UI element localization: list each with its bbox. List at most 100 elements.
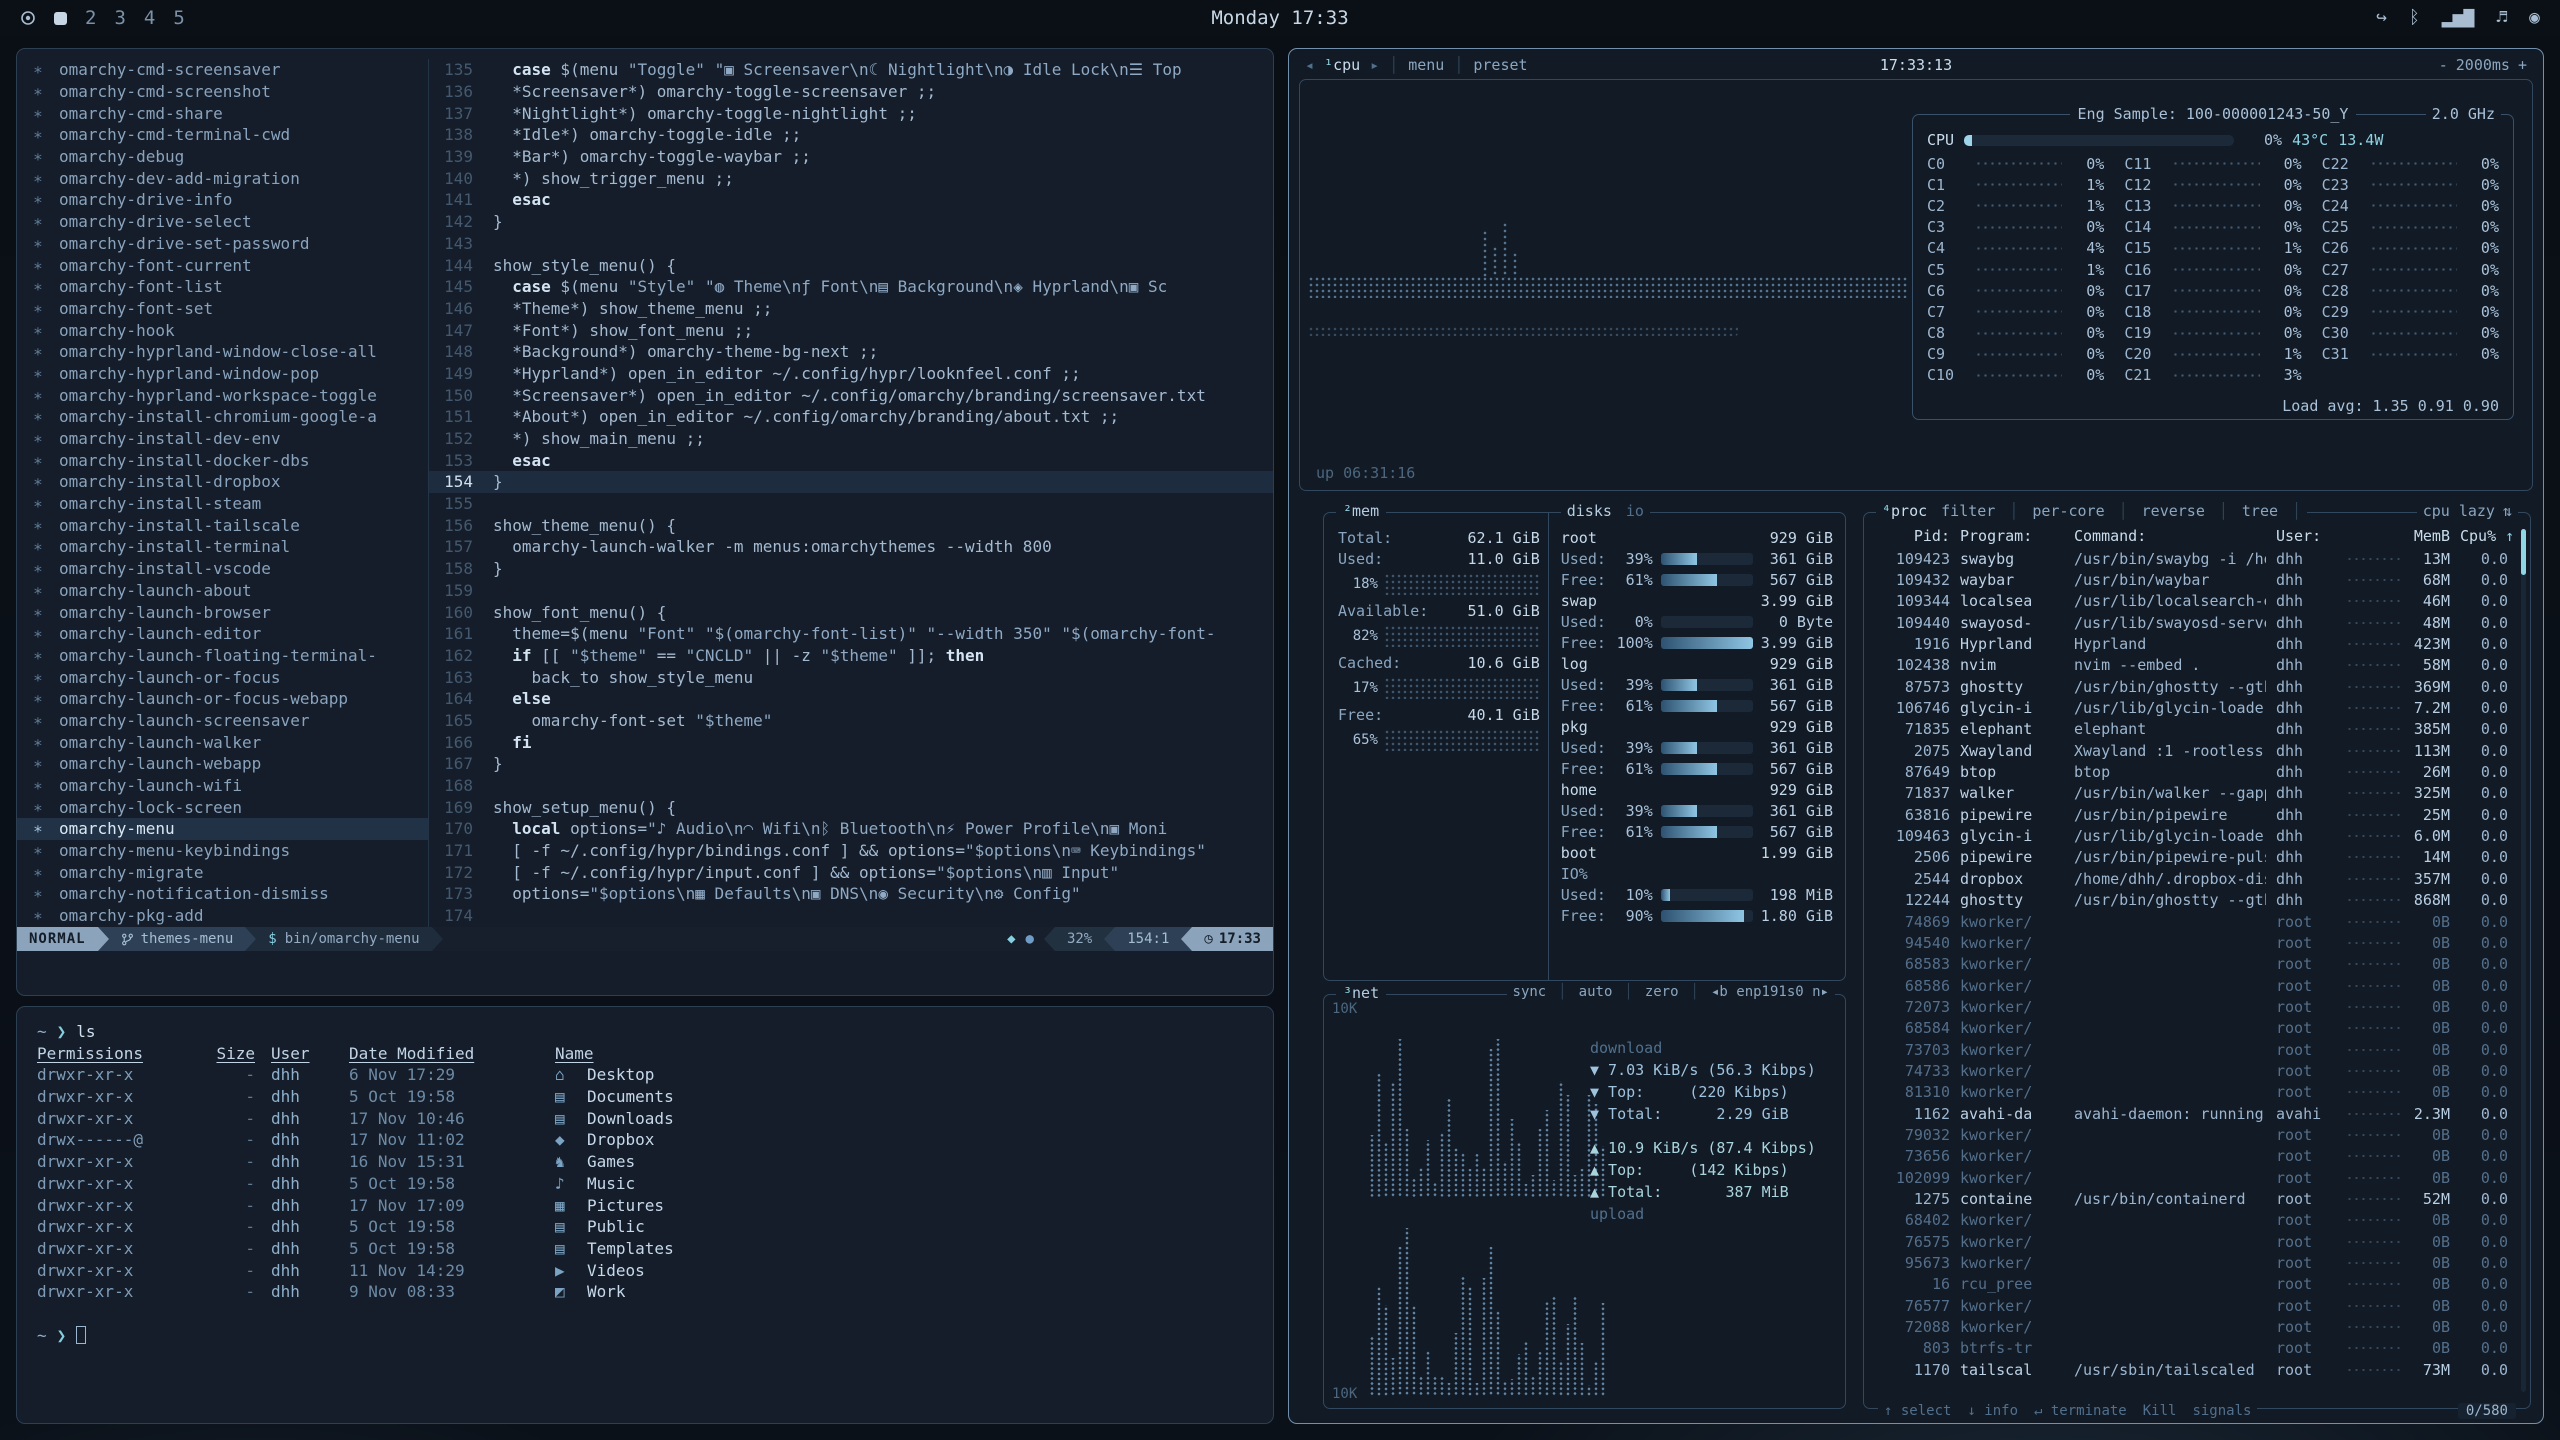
proc-scrollbar-thumb[interactable] [2521,529,2526,575]
process-row[interactable]: 109440swayosd-/usr/lib/swayosd-serverdhh… [1876,612,2508,633]
proc-column-header[interactable]: User: [2276,527,2336,545]
file-tree[interactable]: ∗omarchy-cmd-screensaver∗omarchy-cmd-scr… [17,59,429,927]
process-row[interactable]: 109423swaybg/usr/bin/swaybg -i /homdhh13… [1876,548,2508,569]
net-panel-title[interactable]: ³net [1336,984,1386,1002]
footer-key[interactable]: ↵ terminate [2034,1403,2127,1419]
file-item[interactable]: ∗omarchy-drive-set-password [17,233,428,255]
process-row[interactable]: 109463glycin-i/usr/lib/glycin-loadersdhh… [1876,825,2508,846]
process-row[interactable]: 63816pipewire/usr/bin/pipewiredhh25M0.0 [1876,804,2508,825]
menu-button[interactable]: menu [1408,56,1444,74]
workspace-active-indicator[interactable] [54,12,67,25]
tab-io[interactable]: io [1626,502,1644,520]
tab-disks[interactable]: disks [1567,502,1612,520]
file-item[interactable]: ∗omarchy-dev-add-migration [17,167,428,189]
file-item[interactable]: ∗omarchy-migrate [17,861,428,883]
process-row[interactable]: 2506pipewire/usr/bin/pipewire-pulsedhh14… [1876,847,2508,868]
process-row[interactable]: 803btrfs-trroot0B0.0 [1876,1338,2508,1359]
footer-key[interactable]: ↑ select [1884,1403,1951,1419]
proc-column-header[interactable]: Cpu% ↑ [2460,527,2508,545]
process-row[interactable]: 2075XwaylandXwayland :1 -rootless -dhh11… [1876,740,2508,761]
file-item[interactable]: ∗omarchy-install-dropbox [17,471,428,493]
file-item[interactable]: ∗omarchy-launch-screensaver [17,710,428,732]
net-tab-sync[interactable]: sync [1513,984,1547,1000]
process-row[interactable]: 12244ghostty/usr/bin/ghostty --gtk-dhh86… [1876,890,2508,911]
process-row[interactable]: 106746glycin-i/usr/lib/glycin-loadersdhh… [1876,697,2508,718]
file-item[interactable]: ∗omarchy-cmd-terminal-cwd [17,124,428,146]
proc-tab-filter[interactable]: filter [1941,502,1995,520]
file-item[interactable]: ∗omarchy-install-tailscale [17,514,428,536]
net-tab-auto[interactable]: auto [1579,984,1613,1000]
file-item[interactable]: ∗omarchy-hyprland-window-pop [17,363,428,385]
process-row[interactable]: 76577kworker/root0B0.0 [1876,1295,2508,1316]
process-row[interactable]: 1275containe/usr/bin/containerdroot52M0.… [1876,1188,2508,1209]
proc-column-header[interactable]: Pid: [1876,527,1950,545]
network-icon[interactable]: ▂▅▇ [2442,9,2475,27]
file-item[interactable]: ∗omarchy-install-chromium-google-a [17,406,428,428]
file-item[interactable]: ∗omarchy-launch-about [17,580,428,602]
proc-tab-per-core[interactable]: per-core [2032,502,2104,520]
process-row[interactable]: 94540kworker/root0B0.0 [1876,932,2508,953]
process-row[interactable]: 79032kworker/root0B0.0 [1876,1124,2508,1145]
proc-panel-title[interactable]: ⁴proc [1882,502,1927,520]
process-row[interactable]: 87649btopbtopdhh26M0.0 [1876,761,2508,782]
process-row[interactable]: 1916HyprlandHyprlanddhh423M0.0 [1876,633,2508,654]
file-item[interactable]: ∗omarchy-menu [17,818,428,840]
proc-column-header[interactable]: MemB [2346,527,2450,545]
footer-key[interactable]: ↓ info [1967,1403,2018,1419]
bluetooth-icon[interactable]: ᛒ [2409,9,2420,27]
process-row[interactable]: 109432waybar/usr/bin/waybardhh68M0.0 [1876,569,2508,590]
process-row[interactable]: 95673kworker/root0B0.0 [1876,1252,2508,1273]
file-item[interactable]: ∗omarchy-hyprland-window-close-all [17,341,428,363]
code-pane[interactable]: 135 case $(menu "Toggle" "▣ Screensaver\… [429,59,1273,927]
proc-tab-tree[interactable]: tree [2242,502,2278,520]
file-item[interactable]: ∗omarchy-launch-floating-terminal- [17,645,428,667]
file-item[interactable]: ∗omarchy-font-list [17,276,428,298]
file-item[interactable]: ∗omarchy-install-vscode [17,558,428,580]
process-row[interactable]: 1170tailscal/usr/sbin/tailscaled --root7… [1876,1359,2508,1380]
file-item[interactable]: ∗omarchy-drive-info [17,189,428,211]
shell-prompt-line-2[interactable]: ~ ❯ [37,1325,1273,1347]
file-item[interactable]: ∗omarchy-launch-or-focus-webapp [17,688,428,710]
file-item[interactable]: ∗omarchy-notification-dismiss [17,883,428,905]
file-item[interactable]: ∗omarchy-install-dev-env [17,428,428,450]
workspace-4[interactable]: 4 [144,7,155,29]
file-item[interactable]: ∗omarchy-pkg-add [17,905,428,927]
terminal-window[interactable]: ~ ❯ ls PermissionsSizeUserDate ModifiedN… [16,1006,1274,1424]
interval-increase-button[interactable]: + [2518,56,2527,74]
preset-button[interactable]: preset [1473,56,1527,74]
file-item[interactable]: ∗omarchy-font-current [17,254,428,276]
file-item[interactable]: ∗omarchy-launch-browser [17,601,428,623]
net-tab-zero[interactable]: zero [1645,984,1679,1000]
file-item[interactable]: ∗omarchy-drive-select [17,211,428,233]
proc-tab-reverse[interactable]: reverse [2142,502,2205,520]
file-item[interactable]: ∗omarchy-install-terminal [17,536,428,558]
vim-command-line[interactable] [17,951,1273,995]
process-row[interactable]: 81310kworker/root0B0.0 [1876,1082,2508,1103]
file-item[interactable]: ∗omarchy-launch-walker [17,731,428,753]
workspace-3[interactable]: 3 [114,7,125,29]
next-tab-icon[interactable]: ▸ [1370,56,1379,74]
process-row[interactable]: 74733kworker/root0B0.0 [1876,1060,2508,1081]
file-item[interactable]: ∗omarchy-hook [17,319,428,341]
file-item[interactable]: ∗omarchy-install-docker-dbs [17,449,428,471]
workspace-2[interactable]: 2 [85,7,96,29]
proc-column-header[interactable]: Program: [1960,527,2064,545]
proc-scrollbar[interactable] [2521,529,2526,1392]
process-row[interactable]: 2544dropbox/home/dhh/.dropbox-distdhh357… [1876,868,2508,889]
prev-tab-icon[interactable]: ◂ [1305,56,1314,74]
process-row[interactable]: 68583kworker/root0B0.0 [1876,954,2508,975]
file-item[interactable]: ∗omarchy-cmd-share [17,102,428,124]
footer-key[interactable]: Kill [2143,1403,2177,1419]
process-row[interactable]: 68586kworker/root0B0.0 [1876,975,2508,996]
process-row[interactable]: 1162avahi-daavahi-daemon: running [avahi… [1876,1103,2508,1124]
process-row[interactable]: 102438nvimnvim --embed .dhh58M0.0 [1876,655,2508,676]
process-row[interactable]: 68584kworker/root0B0.0 [1876,1018,2508,1039]
mem-panel-title[interactable]: ²mem [1336,502,1386,520]
tab-cpu[interactable]: ¹cpu [1324,56,1360,74]
proc-sort-mode[interactable]: cpu lazy ⇅ [2417,502,2518,520]
proc-column-header[interactable]: Command: [2074,527,2266,545]
process-row[interactable]: 73703kworker/root0B0.0 [1876,1039,2508,1060]
process-row[interactable]: 87573ghostty/usr/bin/ghostty --gtk-dhh36… [1876,676,2508,697]
file-item[interactable]: ∗omarchy-lock-screen [17,796,428,818]
process-row[interactable]: 72073kworker/root0B0.0 [1876,996,2508,1017]
